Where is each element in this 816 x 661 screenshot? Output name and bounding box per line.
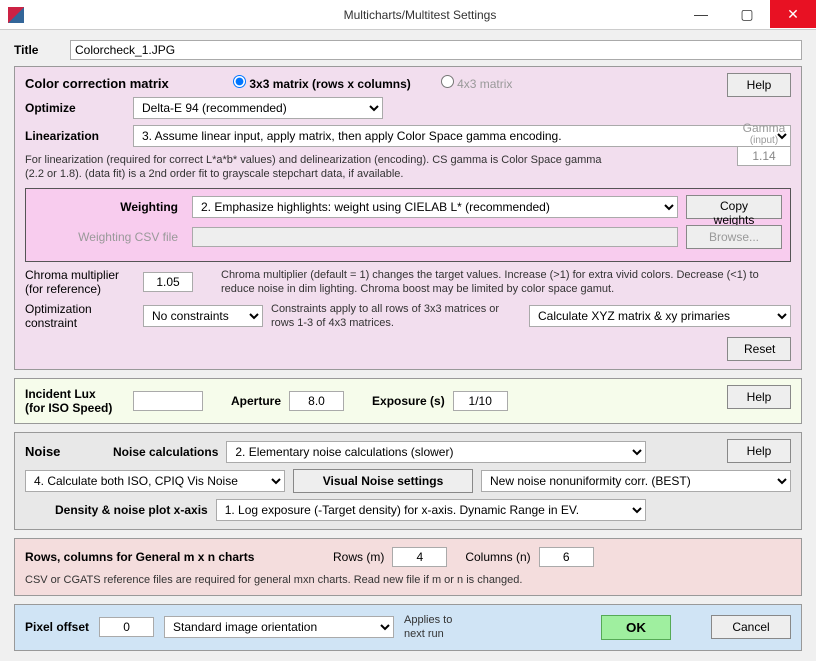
weighting-panel: Weighting 2. Emphasize highlights: weigh… bbox=[25, 188, 791, 262]
gamma-sub: (input) bbox=[737, 135, 791, 146]
calc-xyz-select[interactable]: Calculate XYZ matrix & xy primaries bbox=[529, 305, 791, 327]
chroma-note: Chroma multiplier (default = 1) changes … bbox=[221, 268, 791, 297]
aperture-input[interactable] bbox=[289, 391, 344, 411]
density-select[interactable]: 1. Log exposure (-Target density) for x-… bbox=[216, 499, 646, 521]
rows-input[interactable] bbox=[392, 547, 447, 567]
weighting-label: Weighting bbox=[34, 200, 184, 214]
title-input[interactable] bbox=[70, 40, 802, 60]
iso-cpiq-select[interactable]: 4. Calculate both ISO, CPIQ Vis Noise bbox=[25, 470, 285, 492]
noise-calc-label: Noise calculations bbox=[113, 445, 218, 459]
linearization-note: For linearization (required for correct … bbox=[25, 153, 605, 182]
pixel-offset-label: Pixel offset bbox=[25, 620, 89, 634]
aperture-label: Aperture bbox=[231, 394, 281, 408]
rows-label: Rows (m) bbox=[333, 550, 384, 564]
linearization-label: Linearization bbox=[25, 129, 125, 143]
exposure-input[interactable] bbox=[453, 391, 508, 411]
lux-panel: Help Incident Lux (for ISO Speed) Apertu… bbox=[14, 378, 802, 424]
ccm-heading: Color correction matrix bbox=[25, 76, 225, 91]
opt-constraint-note: Constraints apply to all rows of 3x3 mat… bbox=[271, 302, 521, 331]
applies-label-1: Applies to bbox=[404, 613, 464, 627]
mxn-panel: Rows, columns for General m x n charts R… bbox=[14, 538, 802, 596]
chroma-label-2: (for reference) bbox=[25, 282, 135, 296]
opt-constraint-label-2: constraint bbox=[25, 316, 135, 330]
applies-label-2: next run bbox=[404, 627, 464, 641]
weighting-csv-input[interactable] bbox=[192, 227, 678, 247]
noise-help-button[interactable]: Help bbox=[727, 439, 791, 463]
matrix-3x3-radio[interactable]: 3x3 matrix (rows x columns) bbox=[233, 75, 411, 91]
linearization-select[interactable]: 3. Assume linear input, apply matrix, th… bbox=[133, 125, 791, 147]
pixel-offset-input[interactable] bbox=[99, 617, 154, 637]
ccm-help-button[interactable]: Help bbox=[727, 73, 791, 97]
noise-panel: Help Noise Noise calculations 2. Element… bbox=[14, 432, 802, 530]
lux-label-2: (for ISO Speed) bbox=[25, 401, 125, 415]
mxn-heading: Rows, columns for General m x n charts bbox=[25, 550, 325, 564]
gamma-label: Gamma bbox=[737, 121, 791, 135]
ccm-panel: Help Color correction matrix 3x3 matrix … bbox=[14, 66, 802, 370]
lux-help-button[interactable]: Help bbox=[727, 385, 791, 409]
matrix-4x3-radio[interactable]: 4x3 matrix bbox=[441, 75, 513, 91]
weighting-csv-label: Weighting CSV file bbox=[34, 230, 184, 244]
title-label: Title bbox=[14, 43, 62, 57]
exposure-label: Exposure (s) bbox=[372, 394, 445, 408]
chroma-label-1: Chroma multiplier bbox=[25, 268, 135, 282]
nonuniformity-select[interactable]: New noise nonuniformity corr. (BEST) bbox=[481, 470, 791, 492]
maximize-button[interactable]: ▢ bbox=[724, 0, 770, 28]
mxn-note: CSV or CGATS reference files are require… bbox=[25, 573, 791, 587]
titlebar: Multicharts/Multitest Settings — ▢ ✕ bbox=[0, 0, 816, 30]
opt-constraint-label-1: Optimization bbox=[25, 302, 135, 316]
chroma-multiplier-input[interactable] bbox=[143, 272, 193, 292]
minimize-button[interactable]: — bbox=[678, 0, 724, 28]
reset-button[interactable]: Reset bbox=[727, 337, 791, 361]
optimize-select[interactable]: Delta-E 94 (recommended) bbox=[133, 97, 383, 119]
orientation-select[interactable]: Standard image orientation bbox=[164, 616, 394, 638]
opt-constraint-select[interactable]: No constraints bbox=[143, 305, 263, 327]
gamma-input[interactable] bbox=[737, 146, 791, 166]
density-label: Density & noise plot x-axis bbox=[55, 503, 208, 517]
close-button[interactable]: ✕ bbox=[770, 0, 816, 28]
weighting-select[interactable]: 2. Emphasize highlights: weight using CI… bbox=[192, 196, 678, 218]
cols-label: Columns (n) bbox=[465, 550, 530, 564]
visual-noise-settings-button[interactable]: Visual Noise settings bbox=[293, 469, 473, 493]
app-icon bbox=[8, 7, 24, 23]
browse-button[interactable]: Browse... bbox=[686, 225, 782, 249]
cols-input[interactable] bbox=[539, 547, 594, 567]
lux-input[interactable] bbox=[133, 391, 203, 411]
bottom-bar: Pixel offset Standard image orientation … bbox=[14, 604, 802, 651]
optimize-label: Optimize bbox=[25, 101, 125, 115]
ok-button[interactable]: OK bbox=[601, 615, 671, 640]
copy-weights-button[interactable]: Copy weights bbox=[686, 195, 782, 219]
noise-heading: Noise bbox=[25, 444, 105, 459]
lux-label-1: Incident Lux bbox=[25, 387, 125, 401]
cancel-button[interactable]: Cancel bbox=[711, 615, 791, 639]
noise-calc-select[interactable]: 2. Elementary noise calculations (slower… bbox=[226, 441, 646, 463]
